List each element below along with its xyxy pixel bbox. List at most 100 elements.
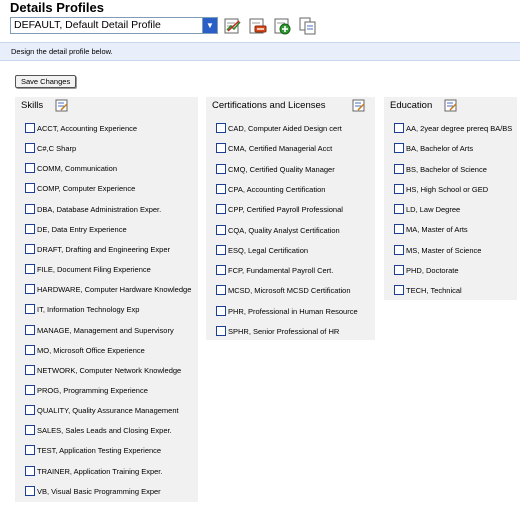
certifications-checkbox[interactable] [216,265,226,276]
skills-checkbox[interactable] [25,445,35,456]
skills-header: Skills [15,97,198,114]
certifications-option-label: MCSD, Microsoft MCSD Certification [228,286,351,296]
edit-list-icon[interactable] [444,99,457,112]
skills-panel: Skills ACCT, Accounting Experience C#,C S… [15,97,198,502]
education-option-label: HS, High School or GED [406,184,489,194]
edit-list-icon[interactable] [352,99,365,112]
education-checkbox[interactable] [394,163,404,174]
certifications-option-label: CPP, Certified Payroll Professional [228,205,343,215]
certifications-option-label: PHR, Professional in Human Resource [228,306,358,316]
skills-checkbox[interactable] [25,123,35,133]
education-option-label: AA, 2year degree prereq BA/BS [406,124,513,133]
skills-option-label: PROG, Programming Experience [37,385,148,395]
education-checkbox[interactable] [394,285,404,295]
skills-option-label: QUALITY, Quality Assurance Management [37,406,179,416]
education-option-label: MA, Master of Arts [406,225,468,235]
certifications-checkbox[interactable] [216,204,226,215]
skills-header-label: Skills [21,100,44,111]
skills-checkbox[interactable] [25,284,35,295]
skills-checkbox[interactable] [25,364,35,375]
education-checkbox[interactable] [394,264,404,275]
education-option-label: TECH, Technical [406,286,462,295]
certifications-option-label: CAD, Computer Aided Design cert [228,124,342,133]
delete-profile-icon[interactable] [249,17,267,35]
skills-option-label: COMP, Computer Experience [37,184,136,194]
certifications-checkbox[interactable] [216,123,226,133]
skills-checkbox[interactable] [25,163,35,174]
skills-option-label: SALES, Sales Leads and Closing Exper. [37,426,172,436]
education-option-label: LD, Law Degree [406,205,461,214]
edit-profile-icon[interactable] [224,17,242,35]
education-checkbox[interactable] [394,204,404,214]
add-profile-icon[interactable] [274,17,292,35]
profile-select-value: DEFAULT, Default Detail Profile [14,19,161,31]
education-header: Education [384,97,517,114]
education-option-label: MS, Master of Science [406,245,482,255]
chevron-down-icon[interactable]: ▼ [202,18,217,33]
skills-option-label: C#,C Sharp [37,144,77,154]
skills-option-label: ACCT, Accounting Experience [37,124,138,133]
education-checkbox[interactable] [394,123,404,133]
skills-checkbox[interactable] [25,485,35,496]
education-option-label: BA, Bachelor of Arts [406,144,474,154]
certifications-checkbox[interactable] [216,183,226,194]
skills-checkbox[interactable] [25,264,35,275]
certifications-option-label: ESQ, Legal Certification [228,245,309,255]
skills-option-label: VB, Visual Basic Programming Exper [37,486,161,496]
skills-option-label: COMM, Communication [37,164,118,174]
skills-checkbox[interactable] [25,223,35,234]
skills-checkbox[interactable] [25,384,35,395]
profile-select[interactable]: DEFAULT, Default Detail Profile ▼ [10,17,218,34]
certifications-option-label: FCP, Fundamental Payroll Cert. [228,266,334,276]
skills-checkbox[interactable] [25,183,35,194]
copy-profile-icon[interactable] [299,17,317,35]
skills-option-label: DRAFT, Drafting and Engineering Exper [37,244,170,254]
skills-checkbox[interactable] [25,143,35,154]
certifications-option-label: SPHR, Senior Professional of HR [228,327,340,336]
skills-checkbox[interactable] [25,243,35,254]
skills-option-label: TRAINER, Application Training Exper. [37,466,163,476]
edit-list-icon[interactable] [55,99,68,112]
certifications-checkbox[interactable] [216,244,226,255]
certifications-option-label: CQA, Quality Analyst Certification [228,225,340,235]
education-checkbox[interactable] [394,244,404,255]
skills-checkbox[interactable] [25,203,35,214]
education-checkbox[interactable] [394,224,404,235]
skills-checkbox[interactable] [25,465,35,476]
certifications-checkbox[interactable] [216,305,226,316]
skills-option-label: DE, Data Entry Experience [37,224,127,234]
certifications-checkbox[interactable] [216,163,226,174]
certifications-option-label: CPA, Accounting Certification [228,184,326,194]
instruction-text: Design the detail profile below. [11,47,113,56]
skills-checkbox[interactable] [25,344,35,355]
certifications-header: Certifications and Licenses [206,97,375,114]
page-title: Details Profiles [10,0,104,15]
skills-option-label: HARDWARE, Computer Hardware Knowledge [37,285,192,295]
skills-option-label: IT, Information Technology Exp [37,305,140,315]
skills-checkbox[interactable] [25,405,35,416]
skills-option-label: TEST, Application Testing Experience [37,446,162,456]
skills-option-label: DBA, Database Administration Exper. [37,204,162,214]
education-checkbox[interactable] [394,183,404,194]
skills-checkbox[interactable] [25,425,35,436]
education-panel: Education AA, 2year degree prereq BA/BS B… [384,97,517,300]
education-option-label: BS, Bachelor of Science [406,164,487,174]
skills-checkbox[interactable] [25,324,35,335]
skills-option-label: MO, Microsoft Office Experience [37,345,145,355]
skills-checkbox[interactable] [25,304,35,315]
certifications-header-label: Certifications and Licenses [212,100,326,111]
certifications-checkbox[interactable] [216,143,226,154]
education-checkbox[interactable] [394,143,404,154]
save-changes-button[interactable]: Save Changes [15,75,77,88]
skills-option-label: NETWORK, Computer Network Knowledge [37,365,182,375]
instruction-banner: Design the detail profile below. [0,42,520,61]
certifications-checkbox[interactable] [216,224,226,235]
education-header-label: Education [390,100,433,111]
certifications-option-label: CMA, Certified Managerial Acct [228,144,333,154]
certifications-panel: Certifications and Licenses CAD, Compute… [206,97,375,340]
certifications-checkbox[interactable] [216,285,226,296]
skills-option-label: FILE, Document Filing Experience [37,265,151,275]
certifications-option-label: CMQ, Certified Quality Manager [228,164,335,174]
skills-option-label: MANAGE, Management and Supervisory [37,325,174,335]
certifications-checkbox[interactable] [216,326,226,336]
